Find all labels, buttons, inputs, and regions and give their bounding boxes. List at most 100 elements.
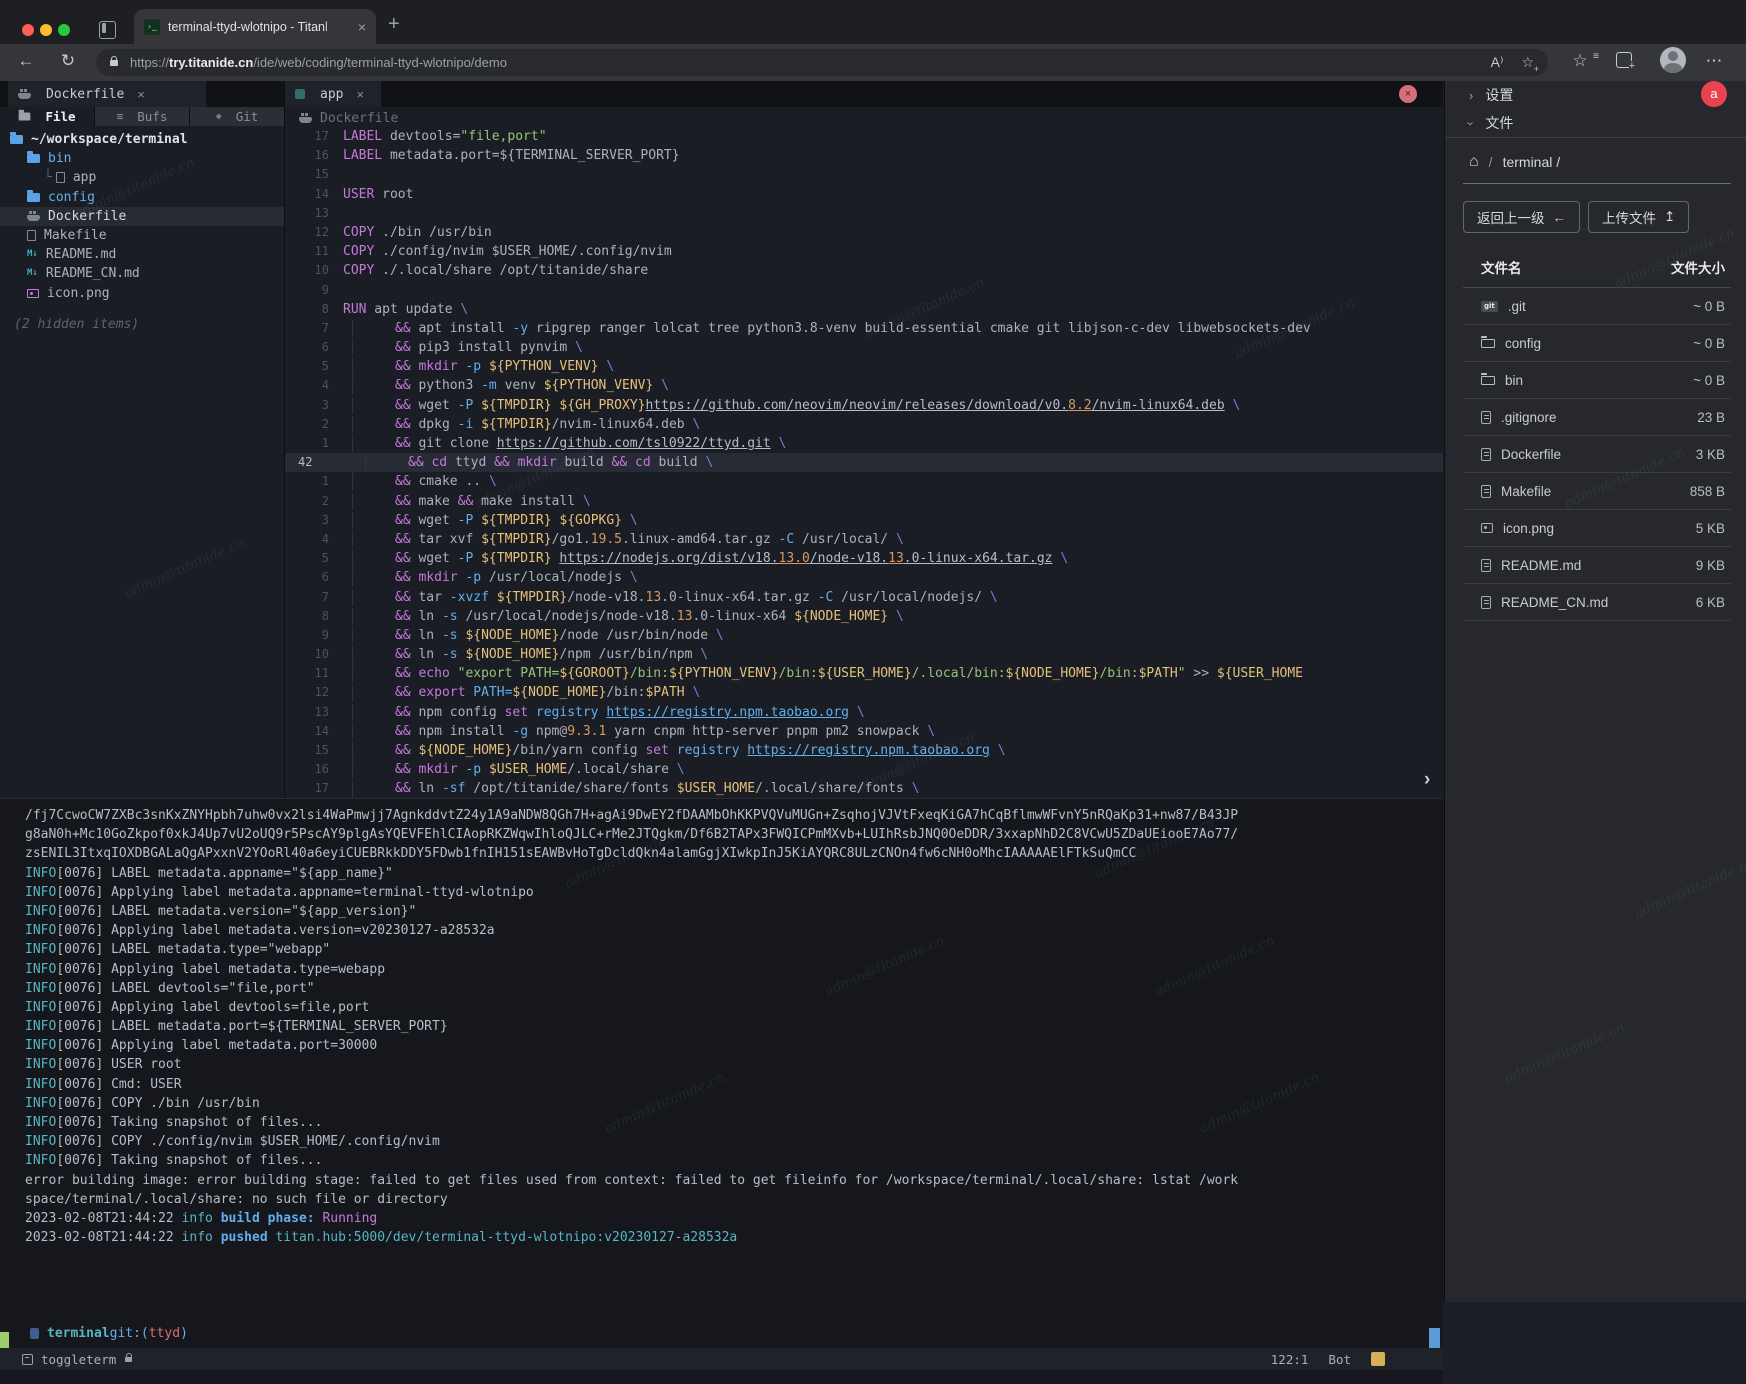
lock-icon[interactable] (110, 60, 118, 66)
code-line[interactable]: 7&& apt install -y ripgrep ranger lolcat… (285, 319, 1443, 338)
go-up-directory-button[interactable]: 返回上一级 ← (1463, 201, 1580, 233)
settings-section-header[interactable]: › 设置 a (1445, 81, 1746, 109)
file-row-makefile[interactable]: Makefile858 B (1463, 473, 1731, 510)
code-line[interactable]: 10&& ln -s ${NODE_HOME}/npm /usr/bin/npm… (285, 645, 1443, 664)
code-line[interactable]: 5&& wget -P ${TMPDIR} https://nodejs.org… (285, 549, 1443, 568)
browser-tab[interactable]: ›_ terminal-ttyd-wlotnipo - Titanl × (134, 9, 376, 44)
tree-item--workspace-terminal[interactable]: ~/workspace/terminal (0, 130, 284, 149)
code-line[interactable]: 10COPY ./.local/share /opt/titanide/shar… (285, 261, 1443, 280)
code-line[interactable]: 3&& wget -P ${TMPDIR} ${GH_PROXY}https:/… (285, 396, 1443, 415)
file-browser-breadcrumb[interactable]: ⌂ / terminal / (1469, 153, 1560, 171)
code-line[interactable]: 4&& tar xvf ${TMPDIR}/go1.19.5.linux-amd… (285, 530, 1443, 549)
code-line[interactable]: 11COPY ./config/nvim $USER_HOME/.config/… (285, 242, 1443, 261)
editor-tab-close-icon[interactable]: × (356, 87, 364, 102)
code-line[interactable]: 1&& git clone https://github.com/tsl0922… (285, 434, 1443, 453)
tree-item-dockerfile[interactable]: Dockerfile (0, 207, 284, 226)
code-line[interactable]: 15 (285, 165, 1443, 184)
token-tinfo: info (182, 1230, 221, 1245)
code-line[interactable]: 11&& echo "export PATH=${GOROOT}/bin:${P… (285, 664, 1443, 683)
url-text[interactable]: https://try.titanide.cn/ide/web/coding/t… (130, 55, 1473, 70)
read-aloud-icon[interactable]: A⁾ (1491, 54, 1504, 71)
code-line[interactable]: 12&& export PATH=${NODE_HOME}/bin:$PATH … (285, 683, 1443, 702)
code-line[interactable]: 14USER root (285, 185, 1443, 204)
tree-item-readme-cn-md[interactable]: M↓README_CN.md (0, 264, 284, 283)
sidebar-panel-tab-bufs[interactable]: ≡Bufs (95, 107, 189, 126)
code-line[interactable]: 16&& mkdir -p $USER_HOME/.local/share \ (285, 760, 1443, 779)
tree-item-config[interactable]: config (0, 188, 284, 207)
code-line[interactable]: 7&& tar -xvzf ${TMPDIR}/node-v18.13.0-li… (285, 588, 1443, 607)
sidebar-tab-dockerfile[interactable]: Dockerfile × (8, 81, 206, 107)
code-line[interactable]: 2&& dpkg -i ${TMPDIR}/nvim-linux64.deb \ (285, 415, 1443, 434)
code-line[interactable]: 16LABEL metadata.port=${TERMINAL_SERVER_… (285, 146, 1443, 165)
token-var: ${GH_PROXY} (559, 398, 645, 413)
code-editor[interactable]: app × × Dockerfile 17LABEL devtools="fil… (285, 81, 1443, 798)
file-row-config[interactable]: config~ 0 B (1463, 325, 1731, 362)
sidebar-tab-close-icon[interactable]: × (137, 87, 145, 102)
code-line[interactable]: 3&& wget -P ${TMPDIR} ${GOPKG} \ (285, 511, 1443, 530)
file-name: icon.png (1503, 521, 1554, 536)
sidebar-panel-tab-git[interactable]: ◈Git (190, 107, 284, 126)
tab-close-icon[interactable]: × (358, 19, 366, 35)
breadcrumb-current-dir[interactable]: terminal / (1503, 154, 1561, 170)
panel-expand-chevron-icon[interactable]: › (1424, 769, 1430, 791)
browser-profile-avatar[interactable] (1660, 47, 1686, 73)
line-number: 1 (285, 434, 343, 453)
files-section-header[interactable]: › 文件 (1445, 109, 1746, 138)
window-minimize-button[interactable] (40, 24, 52, 36)
code-line[interactable]: 1&& cmake .. \ (285, 472, 1443, 491)
file-row--git[interactable]: git.git~ 0 B (1463, 288, 1731, 325)
code-line[interactable]: 6&& mkdir -p /usr/local/nodejs \ (285, 568, 1443, 587)
code-line[interactable]: 17&& ln -sf /opt/titanide/share/fonts $U… (285, 779, 1443, 798)
file-row-readme-cn-md[interactable]: README_CN.md6 KB (1463, 584, 1731, 621)
back-icon[interactable]: ← (14, 51, 38, 71)
code-line[interactable]: 9 (285, 281, 1443, 300)
file-size: ~ 0 B (1693, 299, 1725, 314)
tree-item-readme-md[interactable]: M↓README.md (0, 245, 284, 264)
tree-item-app[interactable]: └app (0, 168, 284, 187)
code-line[interactable]: 9&& ln -s ${NODE_HOME}/node /usr/bin/nod… (285, 626, 1443, 645)
file-row-bin[interactable]: bin~ 0 B (1463, 362, 1731, 399)
terminal-line: INFO[0076] COPY ./config/nvim $USER_HOME… (25, 1132, 1435, 1151)
file-row-icon-png[interactable]: icon.png5 KB (1463, 510, 1731, 547)
tree-item-bin[interactable]: bin (0, 149, 284, 168)
sidebar-panel-tab-file[interactable]: File (0, 107, 94, 126)
code-line[interactable]: 8RUN apt update \ (285, 300, 1443, 319)
user-avatar[interactable]: a (1701, 81, 1727, 107)
code-line[interactable]: 12COPY ./bin /usr/bin (285, 223, 1443, 242)
code-area[interactable]: 17LABEL devtools="file,port"16LABEL meta… (285, 127, 1443, 798)
code-line[interactable]: 17LABEL devtools="file,port" (285, 127, 1443, 146)
terminal-panel[interactable]: /fj7CcwoCW7ZXBc3snKxZNYHpbh7uhw0vx2lsi4W… (0, 798, 1443, 1384)
upload-file-button[interactable]: 上传文件 ↥ (1588, 201, 1689, 233)
code-line[interactable]: 6&& pip3 install pynvim \ (285, 338, 1443, 357)
reload-icon[interactable]: ↻ (56, 51, 80, 71)
window-zoom-button[interactable] (58, 24, 70, 36)
home-icon[interactable]: ⌂ (1469, 153, 1479, 171)
code-line[interactable]: 13 (285, 204, 1443, 223)
tree-item-icon-png[interactable]: icon.png (0, 284, 284, 303)
more-menu-icon[interactable]: ⋯ (1702, 51, 1726, 71)
code-line[interactable]: 13&& npm config set registry https://reg… (285, 703, 1443, 722)
code-line[interactable]: 4&& python3 -m venv ${PYTHON_VENV} \ (285, 376, 1443, 395)
collections-icon[interactable] (1616, 52, 1632, 68)
code-line[interactable]: 2&& make && make install \ (285, 492, 1443, 511)
tree-item-makefile[interactable]: Makefile (0, 226, 284, 245)
line-number: 13 (285, 703, 343, 722)
address-bar[interactable]: https://try.titanide.cn/ide/web/coding/t… (96, 49, 1548, 76)
code-line[interactable]: 5&& mkdir -p ${PYTHON_VENV} \ (285, 357, 1443, 376)
workspaces-icon[interactable] (99, 21, 116, 39)
editor-tab-app[interactable]: app × (285, 81, 381, 107)
file-row--gitignore[interactable]: .gitignore23 B (1463, 399, 1731, 436)
window-close-button[interactable] (22, 24, 34, 36)
file-table: 文件名 文件大小 git.git~ 0 Bconfig~ 0 Bbin~ 0 B… (1463, 257, 1731, 621)
favorites-icon[interactable]: ☆ (1568, 51, 1592, 71)
code-line[interactable]: 42&& cd ttyd && mkdir build && cd build … (285, 453, 1443, 472)
close-editor-button[interactable]: × (1399, 85, 1417, 103)
code-line[interactable]: 15&& ${NODE_HOME}/bin/yarn config set re… (285, 741, 1443, 760)
code-line[interactable]: 14&& npm install -g npm@9.3.1 yarn cnpm … (285, 722, 1443, 741)
code-line[interactable]: 8&& ln -s /usr/local/nodejs/node-v18.13.… (285, 607, 1443, 626)
file-row-readme-md[interactable]: README.md9 KB (1463, 547, 1731, 584)
new-tab-button[interactable]: + (388, 13, 400, 36)
add-favorite-icon[interactable]: ☆ (1521, 54, 1534, 71)
token-pl: make (411, 494, 458, 509)
file-row-dockerfile[interactable]: Dockerfile3 KB (1463, 436, 1731, 473)
